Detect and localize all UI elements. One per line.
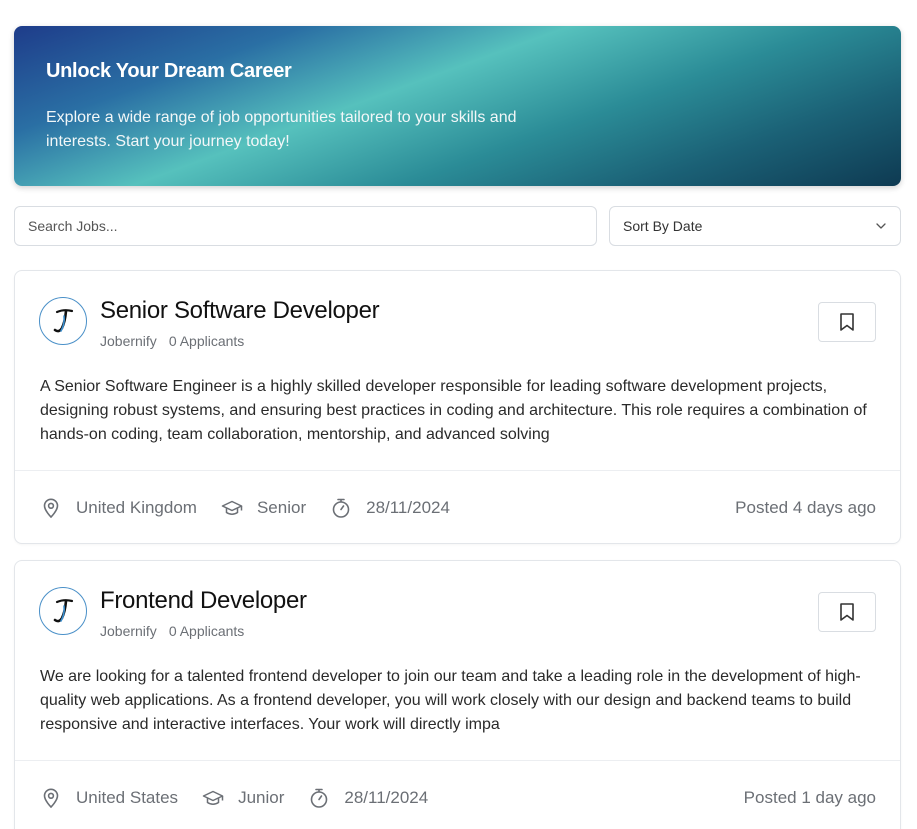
job-title[interactable]: Frontend Developer [100,587,307,615]
job-meta: Jobernify 0 Applicants [100,333,244,349]
job-level: Junior [202,787,284,809]
job-deadline: 28/11/2024 [308,787,428,809]
sort-select[interactable]: Sort By Date [609,206,901,246]
hero-title: Unlock Your Dream Career [46,60,292,82]
job-deadline-label: 28/11/2024 [366,498,450,517]
location-pin-icon [43,788,59,809]
location-pin-icon [43,498,59,519]
job-level: Senior [221,497,306,519]
stopwatch-icon [332,498,350,518]
hero-subtitle: Explore a wide range of job opportunitie… [46,109,517,150]
hero-banner: Unlock Your Dream Career Explore a wide … [14,26,901,186]
job-location-label: United States [76,788,179,807]
job-title[interactable]: Senior Software Developer [100,297,380,325]
search-input[interactable] [14,206,597,246]
company-logo [39,297,87,345]
chevron-down-icon [876,223,886,229]
posted-time: Posted 1 day ago [743,788,876,807]
card-divider [15,470,900,471]
bookmark-button[interactable] [818,592,876,632]
job-level-label: Junior [238,788,285,807]
bookmark-icon [840,603,854,621]
job-description: We are looking for a talented frontend d… [40,668,861,733]
bookmark-icon [840,313,854,331]
job-deadline: 28/11/2024 [330,497,450,519]
applicants-count: 0 Applicants [168,333,245,349]
job-card[interactable]: Senior Software Developer Jobernify 0 Ap… [14,270,901,544]
job-footer: United Kingdom Senior 28/11/2024 Posted … [40,495,876,521]
job-level-label: Senior [256,498,307,517]
bookmark-button[interactable] [818,302,876,342]
jobernify-logo-icon [53,599,74,623]
company-name: Jobernify [100,333,157,349]
posted-time: Posted 4 days ago [735,498,876,517]
job-location-label: United Kingdom [76,498,197,517]
graduation-cap-icon [221,500,243,515]
stopwatch-icon [311,788,328,808]
company-logo [39,587,87,635]
company-name: Jobernify [100,623,157,639]
job-location: United States [40,787,178,809]
job-board-page: Unlock Your Dream Career Explore a wide … [0,0,917,829]
applicants-count: 0 Applicants [168,623,245,639]
job-meta: Jobernify 0 Applicants [100,623,244,639]
card-divider [15,760,900,761]
jobernify-logo-icon [53,309,74,333]
sort-select-value: Sort By Date [623,218,703,234]
job-deadline-label: 28/11/2024 [344,788,429,807]
job-card[interactable]: Frontend Developer Jobernify 0 Applicant… [14,560,901,829]
job-description: A Senior Software Engineer is a highly s… [40,378,867,443]
graduation-cap-icon [202,790,224,805]
job-footer: United States Junior 28/11/2024 Posted 1… [40,785,876,811]
job-location: United Kingdom [40,497,197,519]
